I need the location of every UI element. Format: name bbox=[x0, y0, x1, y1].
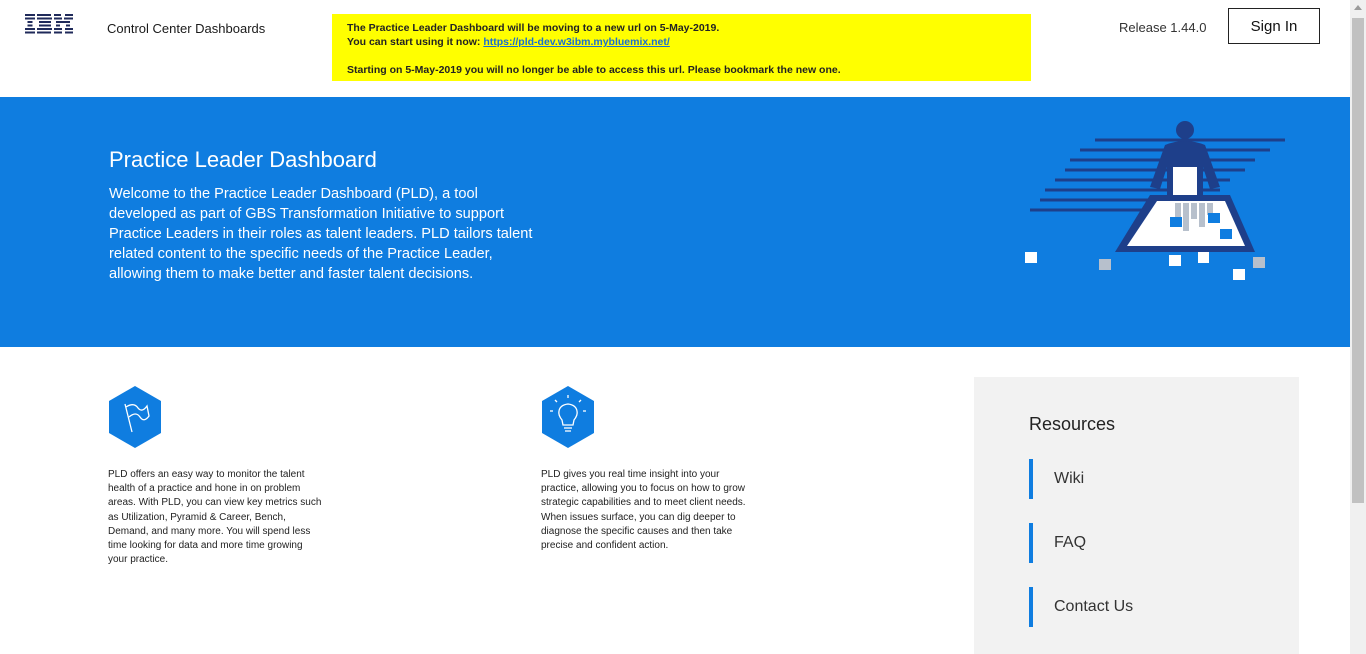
puzzle-illustration bbox=[1025, 121, 1285, 280]
lightbulb-icon bbox=[542, 386, 594, 448]
app-title[interactable]: Control Center Dashboards bbox=[107, 21, 265, 36]
page-header: Control Center Dashboards The Practice L… bbox=[0, 0, 1350, 97]
notice-line-2: You can start using it now: https://pld-… bbox=[347, 35, 1016, 49]
resources-title: Resources bbox=[1029, 414, 1116, 434]
new-url-link[interactable]: https://pld-dev.w3ibm.mybluemix.net/ bbox=[483, 36, 670, 48]
flag-icon bbox=[109, 386, 161, 448]
resources-panel: Resources Wiki FAQ Contact Us bbox=[974, 377, 1299, 654]
wiki-link[interactable]: Wiki bbox=[1029, 459, 1249, 499]
sign-in-button[interactable]: Sign In bbox=[1228, 8, 1320, 44]
feature-monitor-text: PLD offers an easy way to monitor the ta… bbox=[108, 469, 322, 566]
migration-notice: The Practice Leader Dashboard will be mo… bbox=[332, 14, 1031, 81]
feature-insight-text: PLD gives you real time insight into you… bbox=[541, 469, 746, 552]
release-version: Release 1.44.0 bbox=[1119, 20, 1207, 35]
hero-description: Welcome to the Practice Leader Dashboard… bbox=[109, 186, 533, 282]
scroll-up-arrow-icon[interactable] bbox=[1354, 5, 1362, 10]
page-title: Practice Leader Dashboard bbox=[109, 147, 377, 172]
notice-line-3: Starting on 5-May-2019 you will no longe… bbox=[347, 64, 841, 76]
contact-us-link[interactable]: Contact Us bbox=[1029, 587, 1249, 627]
page-scrollbar[interactable] bbox=[1350, 0, 1366, 654]
faq-link[interactable]: FAQ bbox=[1029, 523, 1249, 563]
notice-line-2-prefix: You can start using it now: bbox=[347, 36, 484, 48]
ibm-logo[interactable] bbox=[25, 14, 73, 34]
notice-line-1: The Practice Leader Dashboard will be mo… bbox=[347, 22, 720, 34]
hero-banner: Practice Leader Dashboard Welcome to the… bbox=[0, 97, 1350, 347]
scrollbar-thumb[interactable] bbox=[1352, 18, 1364, 503]
